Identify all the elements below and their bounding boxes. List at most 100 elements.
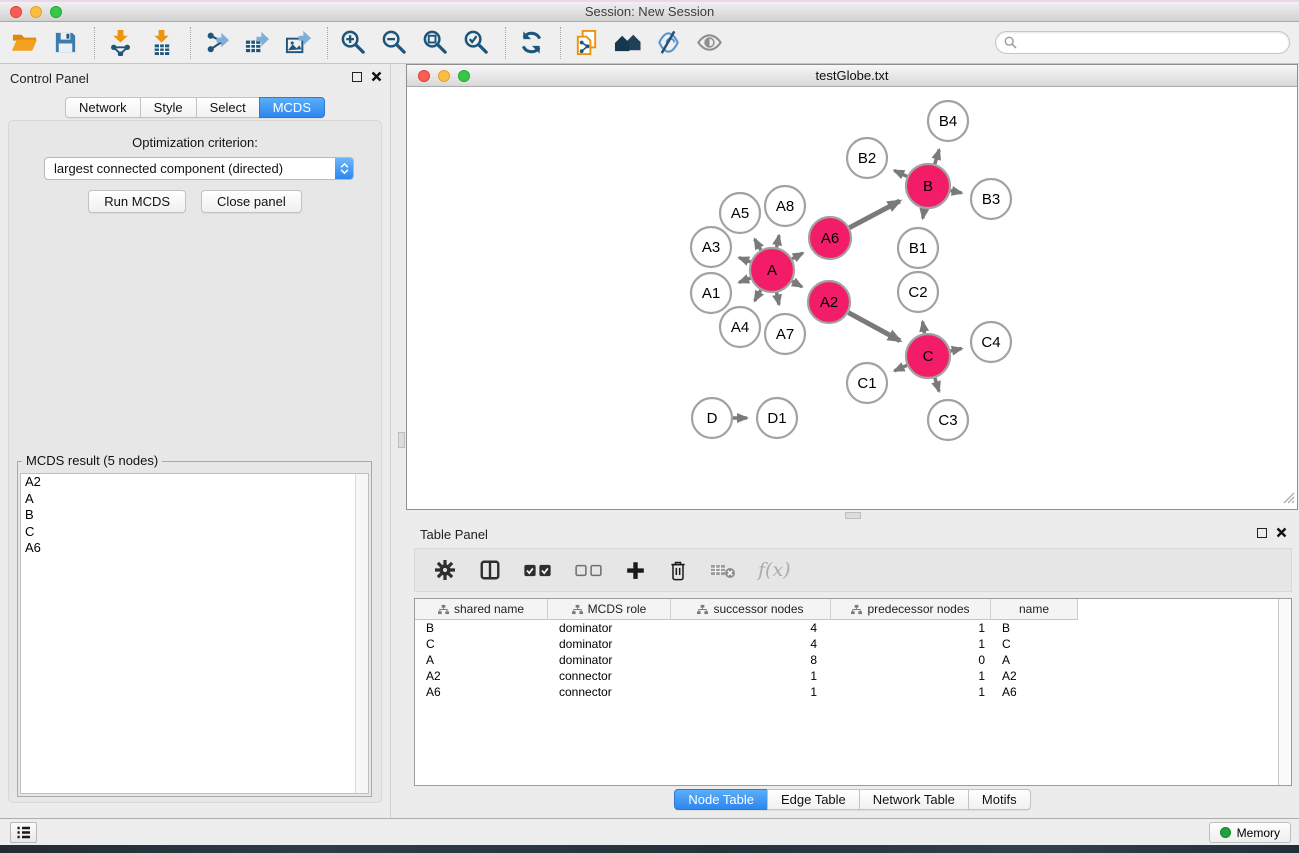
export-network-icon[interactable] — [200, 27, 232, 59]
refresh-view-icon[interactable] — [515, 27, 547, 59]
mcds-result-item[interactable]: C — [21, 524, 368, 541]
graph-edge-C-C1[interactable] — [894, 365, 907, 371]
column-header-shared-name[interactable]: shared name — [415, 599, 548, 620]
column-header-predecessor-nodes[interactable]: predecessor nodes — [831, 599, 991, 620]
table-cell: 4 — [671, 621, 831, 635]
export-table-icon[interactable] — [241, 27, 273, 59]
toolbar-icons — [8, 27, 734, 59]
run-mcds-button[interactable]: Run MCDS — [88, 190, 186, 213]
graph-node-label: A2 — [820, 294, 838, 311]
control-panel-title: Control Panel — [10, 71, 89, 86]
import-table-icon[interactable] — [145, 27, 177, 59]
graph-edge-C-C3[interactable] — [935, 378, 939, 391]
tab-select[interactable]: Select — [196, 97, 260, 118]
column-header-MCDS-role[interactable]: MCDS role — [548, 599, 671, 620]
toolbar-separator — [94, 27, 95, 59]
graph-edge-B-B2[interactable] — [894, 171, 907, 177]
add-row-icon[interactable] — [625, 560, 646, 581]
table-panel-title: Table Panel — [420, 527, 488, 542]
graph-edge-A-A7[interactable] — [777, 293, 779, 305]
graph-edge-A6-B[interactable] — [849, 201, 899, 228]
search-input[interactable] — [1022, 36, 1281, 50]
mcds-result-item[interactable]: A6 — [21, 540, 368, 557]
net-minimize-icon[interactable] — [438, 70, 450, 82]
net-zoom-icon[interactable] — [458, 70, 470, 82]
memory-button[interactable]: Memory — [1209, 822, 1291, 843]
destroy-table-icon — [710, 561, 736, 579]
mcds-list-scrollbar[interactable] — [355, 474, 368, 793]
tab-style[interactable]: Style — [140, 97, 197, 118]
select-all-icon[interactable] — [523, 563, 552, 578]
columns-icon[interactable] — [479, 559, 501, 581]
import-network-icon[interactable] — [104, 27, 136, 59]
network-window-title: testGlobe.txt — [407, 65, 1297, 87]
close-table-panel-icon[interactable] — [1276, 527, 1287, 538]
criterion-dropdown[interactable]: largest connected component (directed) — [44, 157, 354, 180]
network-canvas[interactable]: B4B2BB3B1A5A8A6A3AA1A4A7A2C2CC4C1C3DD1 — [407, 87, 1297, 509]
graph-edge-A-A5[interactable] — [755, 239, 761, 250]
tab-network[interactable]: Network — [65, 97, 141, 118]
export-image-icon[interactable] — [282, 27, 314, 59]
graph-edge-A-A4[interactable] — [755, 290, 761, 301]
resize-grip-icon[interactable] — [1282, 491, 1295, 507]
close-panel-icon[interactable] — [371, 71, 382, 82]
table-tabs: Node TableEdge TableNetwork TableMotifs — [406, 789, 1299, 810]
search-box[interactable] — [995, 31, 1290, 54]
control-panel: Control Panel NetworkStyleSelectMCDS Opt… — [0, 64, 391, 818]
open-session-icon[interactable] — [8, 27, 40, 59]
table-row[interactable]: A2connector11A2 — [415, 668, 1291, 684]
table-cell: 1 — [671, 685, 831, 699]
graph-edge-A2-C[interactable] — [848, 313, 900, 341]
close-panel-button[interactable]: Close panel — [201, 190, 302, 213]
minimize-window-icon[interactable] — [30, 6, 42, 18]
zoom-fit-icon[interactable] — [419, 27, 451, 59]
table-cell: dominator — [548, 653, 671, 667]
graph-edge-A-A1[interactable] — [739, 278, 750, 282]
graph-edge-A-A3[interactable] — [739, 258, 750, 262]
table-row[interactable]: A6connector11A6 — [415, 684, 1291, 700]
float-table-panel-icon[interactable] — [1257, 528, 1267, 538]
graph-edge-A-A6[interactable] — [792, 253, 803, 259]
graph-edge-B-B4[interactable] — [935, 150, 939, 164]
graph-edge-B-B1[interactable] — [923, 209, 925, 219]
show-panels-button[interactable] — [10, 822, 37, 843]
zoom-window-icon[interactable] — [50, 6, 62, 18]
graph-edge-C-C2[interactable] — [923, 322, 925, 334]
zoom-out-icon[interactable] — [378, 27, 410, 59]
graph-edge-A-A8[interactable] — [777, 235, 779, 247]
zoom-selected-icon[interactable] — [460, 27, 492, 59]
splitter-handle-vertical[interactable] — [398, 432, 405, 448]
function-builder-icon: f(x) — [758, 559, 791, 581]
net-close-icon[interactable] — [418, 70, 430, 82]
table-row[interactable]: Cdominator41C — [415, 636, 1291, 652]
zoom-in-icon[interactable] — [337, 27, 369, 59]
save-session-icon[interactable] — [49, 27, 81, 59]
graph-edge-B-B3[interactable] — [951, 191, 962, 193]
table-row[interactable]: Adominator80A — [415, 652, 1291, 668]
table-scrollbar[interactable] — [1278, 599, 1291, 785]
graph-edge-A-A2[interactable] — [792, 281, 802, 287]
float-panel-icon[interactable] — [352, 72, 362, 82]
mcds-result-item[interactable]: A2 — [21, 474, 368, 491]
gear-icon[interactable] — [433, 558, 457, 582]
graphics-details-icon[interactable] — [652, 27, 684, 59]
table-cell: dominator — [548, 621, 671, 635]
mcds-result-item[interactable]: A — [21, 491, 368, 508]
splitter-handle-horizontal[interactable] — [845, 512, 861, 519]
network-from-clipboard-icon[interactable] — [570, 27, 602, 59]
graph-node-label: A3 — [702, 239, 720, 256]
tab-mcds[interactable]: MCDS — [259, 97, 325, 118]
tab-network-table[interactable]: Network Table — [859, 789, 969, 810]
tab-node-table[interactable]: Node Table — [674, 789, 768, 810]
table-row[interactable]: Bdominator41B — [415, 620, 1291, 636]
home-view-icon[interactable] — [611, 27, 643, 59]
tab-edge-table[interactable]: Edge Table — [767, 789, 860, 810]
delete-row-icon[interactable] — [668, 559, 688, 581]
tab-motifs[interactable]: Motifs — [968, 789, 1031, 810]
mcds-result-item[interactable]: B — [21, 507, 368, 524]
column-header-successor-nodes[interactable]: successor nodes — [671, 599, 831, 620]
graph-edge-C-C4[interactable] — [950, 349, 961, 352]
column-header-name[interactable]: name — [991, 599, 1078, 620]
deselect-all-icon[interactable] — [574, 563, 603, 578]
close-window-icon[interactable] — [10, 6, 22, 18]
